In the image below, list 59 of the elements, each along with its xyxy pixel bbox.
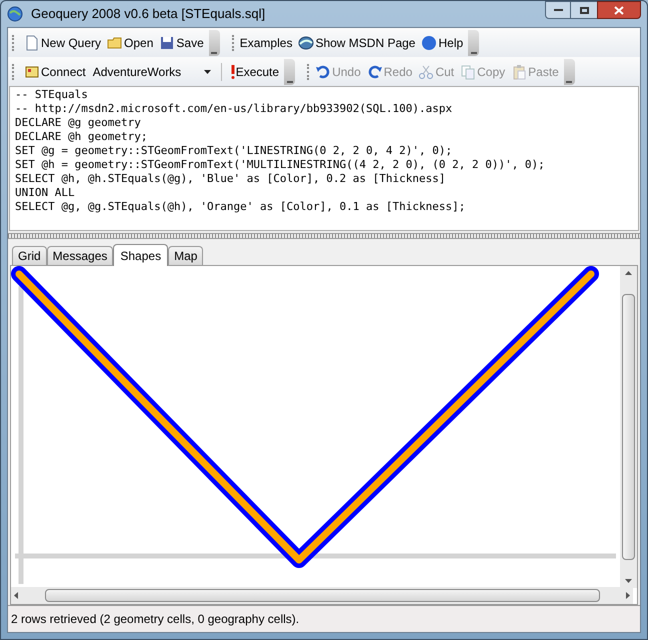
horizontal-scrollbar[interactable] bbox=[11, 587, 633, 604]
vertical-scrollbar[interactable] bbox=[620, 266, 637, 588]
tab[interactable]: Shapes bbox=[113, 244, 168, 266]
redo-icon bbox=[366, 64, 383, 80]
floppy-icon bbox=[159, 34, 176, 50]
toolbar-overflow-button[interactable] bbox=[564, 58, 575, 84]
database-dropdown[interactable]: AdventureWorks bbox=[90, 62, 213, 82]
globe-icon bbox=[7, 6, 23, 22]
toolbar-overflow-button[interactable] bbox=[208, 30, 220, 56]
toolbar-grip[interactable] bbox=[232, 34, 235, 50]
scroll-left-icon[interactable] bbox=[14, 592, 18, 599]
maximize-button[interactable] bbox=[571, 1, 597, 19]
exclamation-icon bbox=[230, 64, 235, 78]
globe-icon bbox=[298, 34, 314, 50]
tab[interactable]: Messages bbox=[46, 246, 114, 265]
scroll-up-icon[interactable] bbox=[625, 271, 632, 275]
minimize-button[interactable] bbox=[545, 1, 571, 19]
dropdown-caret-icon bbox=[204, 70, 211, 74]
scroll-thumb[interactable] bbox=[622, 294, 635, 560]
toolbar-button[interactable]: Examples bbox=[238, 32, 294, 54]
code-line: DECLARE @h geometry; bbox=[15, 130, 148, 144]
code-line: -- STEquals bbox=[15, 88, 89, 102]
toolbar-button[interactable]: Help bbox=[420, 32, 464, 54]
help-icon bbox=[421, 34, 438, 50]
code-line: DECLARE @g geometry bbox=[15, 116, 142, 130]
toolbar-overflow-button[interactable] bbox=[284, 58, 296, 84]
scroll-thumb[interactable] bbox=[44, 589, 600, 602]
toolbar-button[interactable]: Save bbox=[158, 32, 205, 54]
clipboard-icon bbox=[511, 64, 528, 80]
code-line: SET @h = geometry::STGeomFromText('MULTILINESTRING((4 2, 2 0), (0 2, 2 0))', 0); bbox=[15, 158, 546, 172]
toolbar-button[interactable]: Execute bbox=[230, 60, 280, 82]
code-line: SET @g = geometry::STGeomFromText('LINESTRING(0 2, 2 0, 4 2)', 0); bbox=[15, 144, 454, 158]
window-title: Geoquery 2008 v0.6 beta [STEquals.sql] bbox=[31, 5, 266, 24]
toolbar-button[interactable]: Connect bbox=[23, 60, 87, 82]
code-line: SELECT @h, @h.STEquals(@g), 'Blue' as [Color], 0.2 as [Thickness] bbox=[15, 172, 446, 186]
code-line: UNION ALL bbox=[15, 186, 76, 200]
folder-icon bbox=[107, 34, 124, 50]
scroll-down-icon[interactable] bbox=[625, 579, 632, 583]
toolbar-overflow-button[interactable] bbox=[468, 30, 480, 56]
undo-icon bbox=[315, 64, 332, 80]
toolbar-grip[interactable] bbox=[12, 34, 15, 50]
code-editor[interactable] bbox=[9, 86, 639, 231]
server-icon bbox=[24, 64, 40, 80]
scissors-icon bbox=[418, 64, 434, 80]
tab[interactable]: Grid bbox=[12, 246, 47, 265]
copy-icon bbox=[460, 64, 476, 80]
status-text: 2 rows retrieved (2 geometry cells, 0 geography cells). bbox=[11, 611, 300, 628]
toolbar-grip[interactable] bbox=[307, 64, 310, 80]
close-button[interactable] bbox=[597, 1, 641, 19]
scroll-right-icon[interactable] bbox=[626, 592, 630, 599]
code-line: -- http://msdn2.microsoft.com/en-us/library/bb933902(SQL.100).aspx bbox=[15, 102, 454, 116]
toolbar-grip[interactable] bbox=[12, 64, 15, 80]
toolbar-button[interactable]: Open bbox=[106, 32, 154, 54]
toolbar-button[interactable]: New Query bbox=[23, 32, 102, 54]
close-icon bbox=[614, 6, 624, 14]
tab[interactable]: Map bbox=[168, 246, 204, 265]
page-icon bbox=[24, 34, 40, 50]
code-line: SELECT @g, @g.STEquals(@h), 'Orange' as [Color], 0.1 as [Thickness]; bbox=[15, 200, 466, 214]
toolbar-button[interactable]: Show MSDN Page bbox=[297, 32, 416, 54]
